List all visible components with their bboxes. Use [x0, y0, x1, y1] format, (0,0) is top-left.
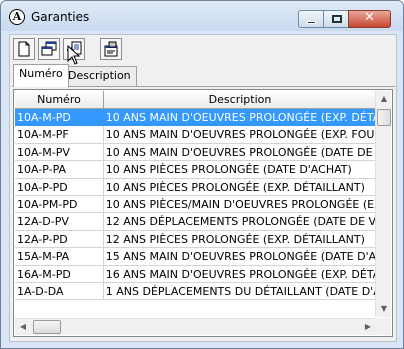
duplicate-button[interactable] — [38, 38, 60, 60]
minimize-button[interactable] — [298, 10, 324, 28]
cell-numero: 15A-M-PA — [15, 248, 104, 266]
app-icon[interactable]: A — [9, 9, 25, 25]
table-row[interactable]: 15A-M-PA 15 ANS MAIN D'OEUVRES PROLONGÉE… — [15, 248, 376, 266]
cell-description: 10 ANS MAIN D'OEUVRES PROLONGÉE (EXP. FO… — [103, 126, 376, 144]
garanties-window: A Garanties ✕ Numéro Description Numéro … — [0, 0, 404, 349]
grid-rows: 10A-M-PD 10 ANS MAIN D'OEUVRES PROLONGÉE… — [15, 109, 376, 317]
cell-numero: 10A-M-PF — [15, 126, 104, 144]
properties-icon — [104, 41, 118, 57]
horizontal-scroll-thumb[interactable] — [33, 320, 61, 334]
cell-description: 10 ANS PIÈCES PROLONGÉE (EXP. DÉTAILLANT… — [103, 178, 376, 196]
table-row[interactable]: 10A-M-PD 10 ANS MAIN D'OEUVRES PROLONGÉE… — [15, 109, 376, 127]
cell-numero: 16A-M-PD — [15, 265, 104, 283]
close-button[interactable]: ✕ — [348, 10, 391, 28]
cell-numero: 1A-D-DA — [15, 282, 104, 301]
scroll-down-icon[interactable]: ▼ — [376, 301, 392, 317]
table-row[interactable]: 10A-PM-PD 10 ANS PIÈCES/MAIN D'OEUVRES P… — [15, 195, 376, 214]
table-row[interactable]: 12A-D-PV 12 ANS DÉPLACEMENTS PROLONGÉE (… — [15, 213, 376, 231]
cell-numero: 10A-M-PD — [15, 109, 104, 127]
cell-numero: 12A-D-PV — [15, 213, 104, 231]
cell-numero: 10A-P-PA — [15, 161, 104, 179]
cell-description: 1 ANS DÉPLACEMENTS DU DÉTAILLANT (DATE D… — [103, 282, 376, 301]
table-row[interactable]: 10A-M-PV 10 ANS MAIN D'OEUVRES PROLONGÉE… — [15, 143, 376, 162]
table-row[interactable]: 12A-P-PD 12 ANS PIÈCES PROLONGÉE (EXP. D… — [15, 230, 376, 249]
scroll-up-icon[interactable]: ▲ — [376, 91, 392, 107]
column-header-numero[interactable]: Numéro — [15, 91, 104, 109]
cell-description: 12 ANS DÉPLACEMENTS PROLONGÉE (DATE DE V… — [103, 213, 376, 231]
mouse-cursor-icon — [67, 45, 81, 65]
cell-description: 10 ANS PIÈCES PROLONGÉE (DATE D'ACHAT) — [103, 161, 376, 179]
cell-description: 16 ANS MAIN D'OEUVRES PROLONGÉE (EXP. DÉ… — [103, 265, 376, 283]
warranty-grid[interactable]: Numéro Description 10A-M-PD 10 ANS MAIN … — [13, 89, 393, 337]
maximize-icon — [332, 15, 342, 23]
window-title: Garanties — [31, 10, 90, 24]
cell-numero: 12A-P-PD — [15, 230, 104, 249]
minimize-icon — [307, 21, 316, 24]
title-bar[interactable]: A Garanties ✕ — [1, 1, 403, 31]
close-icon: ✕ — [364, 10, 375, 25]
cell-numero: 10A-M-PV — [15, 143, 104, 162]
scroll-right-icon[interactable]: ▶ — [360, 319, 376, 335]
new-document-icon — [18, 41, 30, 57]
table-row[interactable]: 10A-P-PD 10 ANS PIÈCES PROLONGÉE (EXP. D… — [15, 178, 376, 196]
properties-button[interactable] — [100, 38, 122, 60]
scrollbar-corner — [375, 318, 391, 335]
cell-description: 15 ANS MAIN D'OEUVRES PROLONGÉE (DATE D'… — [103, 248, 376, 266]
table-row[interactable]: 1A-D-DA 1 ANS DÉPLACEMENTS DU DÉTAILLANT… — [15, 282, 376, 301]
maximize-button[interactable] — [323, 10, 349, 28]
cell-description: 10 ANS MAIN D'OEUVRES PROLONGÉE (EXP. DÉ… — [103, 109, 376, 127]
grid-header: Numéro Description — [15, 91, 377, 109]
cell-description: 12 ANS PIÈCES PROLONGÉE (EXP. DÉTAILLANT… — [103, 230, 376, 249]
vertical-scrollbar[interactable]: ▲ ▼ — [375, 91, 391, 317]
table-row[interactable]: 16A-M-PD 16 ANS MAIN D'OEUVRES PROLONGÉE… — [15, 265, 376, 283]
horizontal-scrollbar[interactable]: ◀ ▶ — [15, 318, 376, 335]
tab-description[interactable]: Description — [62, 66, 137, 86]
copy-windows-icon — [41, 41, 57, 56]
cell-description: 10 ANS PIÈCES/MAIN D'OEUVRES PROLONGÉE (… — [103, 195, 376, 214]
table-row[interactable]: 10A-P-PA 10 ANS PIÈCES PROLONGÉE (DATE D… — [15, 161, 376, 179]
vertical-scroll-thumb[interactable] — [377, 109, 391, 126]
tab-divider — [12, 86, 395, 87]
tab-numero[interactable]: Numéro — [13, 64, 69, 87]
cell-description: 10 ANS MAIN D'OEUVRES PROLONGÉE (DATE DE… — [103, 143, 376, 162]
column-header-description[interactable]: Description — [104, 91, 377, 109]
table-row[interactable]: 10A-M-PF 10 ANS MAIN D'OEUVRES PROLONGÉE… — [15, 126, 376, 144]
cell-numero: 10A-P-PD — [15, 178, 104, 196]
scroll-left-icon[interactable]: ◀ — [15, 319, 31, 335]
new-button[interactable] — [13, 38, 35, 60]
caption-buttons: ✕ — [298, 10, 391, 28]
cell-numero: 10A-PM-PD — [15, 195, 104, 214]
tab-panel: Numéro Description Numéro Description 10… — [9, 62, 397, 342]
